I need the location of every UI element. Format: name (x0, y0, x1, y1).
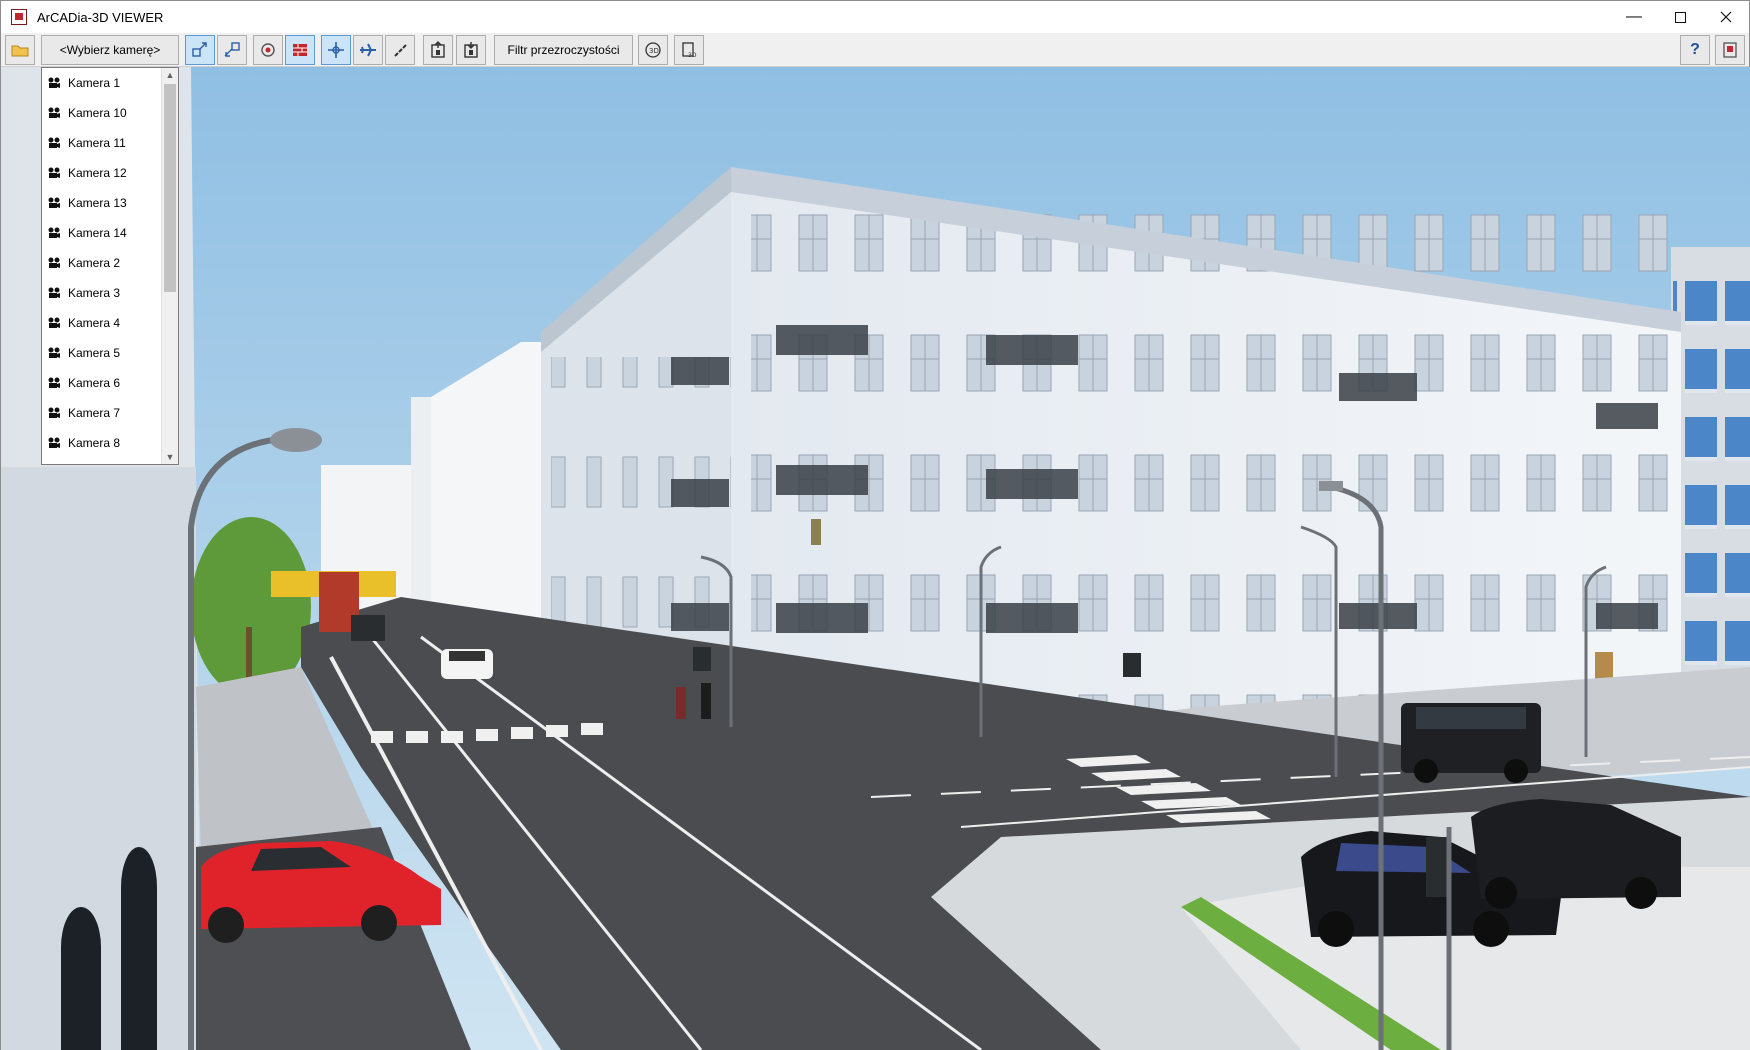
camera-icon (48, 107, 60, 118)
camera-list-label: Kamera 11 (68, 136, 126, 150)
elevator-up-button[interactable] (423, 35, 453, 65)
elevator-down-button[interactable] (456, 35, 486, 65)
camera-list-item[interactable]: Kamera 7 (42, 398, 162, 428)
camera-list-label: Kamera 6 (68, 376, 121, 390)
camera-list-item[interactable]: Kamera 5 (42, 338, 162, 368)
camera-list-item[interactable]: Kamera 13 (42, 188, 162, 218)
pan-button[interactable] (321, 35, 351, 65)
camera-icon (48, 227, 60, 238)
camera-icon (48, 197, 60, 208)
elevator-up-icon (431, 41, 445, 58)
zoom-out-button[interactable] (217, 35, 247, 65)
viewport-3d[interactable] (1, 67, 1750, 1050)
camera-list-item[interactable]: Kamera 2 (42, 248, 162, 278)
open-file-button[interactable] (5, 35, 35, 65)
camera-list-label: Kamera 5 (68, 346, 121, 360)
scroll-up-arrow-icon[interactable]: ▲ (162, 68, 178, 82)
svg-text:3D: 3D (649, 47, 659, 55)
app-window: ArCADia-3D VIEWER — <Wybierz kamerę> Fil… (0, 0, 1750, 1050)
exit-button[interactable] (1715, 35, 1745, 65)
camera-list-item[interactable]: Kamera 10 (42, 98, 162, 128)
camera-list-item[interactable]: Kamera 3 (42, 278, 162, 308)
camera-icon (48, 77, 60, 88)
camera-icon (48, 317, 60, 328)
airplane-icon (360, 43, 376, 57)
help-button[interactable]: ? (1680, 35, 1710, 65)
scroll-thumb[interactable] (164, 84, 176, 292)
camera-list-item[interactable]: Kamera 6 (42, 368, 162, 398)
camera-list-item[interactable]: Kamera 12 (42, 158, 162, 188)
camera-list-item[interactable]: Kamera 8 (42, 428, 162, 458)
camera-list-label: Kamera 2 (68, 256, 121, 270)
camera-list-label: Kamera 8 (68, 436, 121, 450)
camera-icon (48, 437, 60, 448)
camera-list-item[interactable]: Kamera 11 (42, 128, 162, 158)
minimize-button[interactable]: — (1611, 1, 1657, 33)
walk-icon (394, 44, 407, 57)
white-car (441, 649, 493, 679)
zoom-out-icon (224, 42, 240, 57)
close-icon (1720, 11, 1732, 23)
maximize-icon (1674, 11, 1686, 23)
rotate-3d-button[interactable]: 3D (638, 35, 668, 65)
camera-list-item[interactable]: Kamera 1 (42, 68, 162, 98)
window-title: ArCADia-3D VIEWER (37, 9, 164, 25)
camera-icon (48, 287, 60, 298)
section-icon (293, 44, 307, 56)
camera-icon (48, 377, 60, 388)
camera-icon (48, 407, 60, 418)
zoom-in-icon (192, 42, 207, 57)
suv (1401, 703, 1541, 783)
dropdown-scrollbar[interactable]: ▲ ▼ (161, 68, 178, 464)
camera-list-label: Kamera 12 (68, 166, 127, 180)
rotate-3d-icon: 3D (645, 42, 661, 58)
camera-list-item[interactable]: Kamera 14 (42, 218, 162, 248)
camera-icon (48, 347, 60, 358)
close-button[interactable] (1703, 1, 1749, 33)
title-bar: ArCADia-3D VIEWER — (1, 1, 1749, 33)
main-toolbar: <Wybierz kamerę> Filtr przezroczystości (1, 33, 1749, 67)
camera-dropdown-list[interactable]: Kamera 1 Kamera 10 Kamera 11 Kamera 12 K… (41, 67, 179, 465)
folder-icon (11, 45, 29, 57)
camera-list-label: Kamera 10 (68, 106, 127, 120)
camera-list-label: Kamera 4 (68, 316, 121, 330)
elevator-down-icon (464, 42, 478, 58)
camera-icon (48, 137, 60, 148)
pan-icon (328, 42, 344, 58)
camera-list-label: Kamera 7 (68, 406, 121, 420)
window-controls: — (1611, 1, 1749, 33)
transparency-filter-button[interactable]: Filtr przezroczystości (494, 35, 633, 65)
orbit-button[interactable] (253, 35, 283, 65)
svg-text:3D: 3D (688, 52, 697, 59)
scroll-down-arrow-icon[interactable]: ▼ (162, 450, 178, 464)
camera-list-label: Kamera 14 (68, 226, 127, 240)
maximize-button[interactable] (1657, 1, 1703, 33)
export-3d-icon: 3D (682, 42, 697, 59)
camera-icon (48, 167, 60, 178)
exit-icon (1723, 42, 1737, 58)
zoom-in-button[interactable] (185, 35, 215, 65)
orbit-icon (261, 43, 275, 57)
camera-list-item[interactable]: Kamera 4 (42, 308, 162, 338)
export-3d-button[interactable]: 3D (674, 35, 704, 65)
camera-icon (48, 257, 60, 268)
camera-select-button[interactable]: <Wybierz kamerę> (41, 35, 179, 65)
scene-render (1, 67, 1750, 1050)
section-button[interactable] (285, 35, 315, 65)
camera-list-label: Kamera 13 (68, 196, 127, 210)
app-logo-icon (11, 9, 27, 25)
walk-mode-button[interactable] (385, 35, 415, 65)
camera-list-label: Kamera 1 (68, 76, 121, 90)
fly-mode-button[interactable] (353, 35, 383, 65)
camera-list-label: Kamera 3 (68, 286, 121, 300)
